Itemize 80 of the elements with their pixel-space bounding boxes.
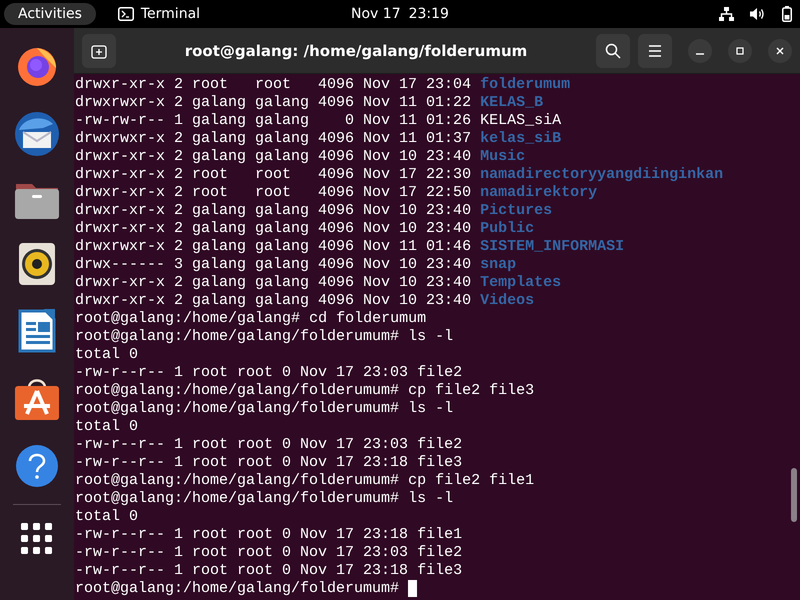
shell-prompt: root@galang:/home/galang/folderumum# [75,382,400,400]
file-name: file2 [417,544,462,562]
file-info: -rw-r--r-- 1 root root 0 Nov 17 23:03 [75,436,408,454]
new-tab-button[interactable] [82,34,116,68]
shell-prompt: root@galang:/home/galang/folderumum# [75,580,400,598]
shell-command: ls -l [408,328,454,346]
directory-name: Music [480,148,526,166]
shell-command: cd folderumum [309,310,426,328]
file-info: drwxr-xr-x 2 root root 4096 Nov 17 23:04 [75,76,472,94]
document-icon[interactable] [18,308,56,354]
file-name: file1 [417,526,462,544]
file-info: -rw-r--r-- 1 root root 0 Nov 17 23:03 [75,364,408,382]
shell-prompt: root@galang:/home/galang/folderumum# [75,328,400,346]
directory-name: Pictures [480,202,552,220]
app-grid-icon[interactable] [21,523,53,555]
shell-command: ls -l [408,400,454,418]
file-name: file2 [417,436,462,454]
command-output: total 0 [75,346,138,364]
directory-name: snap [480,256,516,274]
scrollbar-thumb[interactable] [791,468,797,522]
shell-prompt: root@galang:/home/galang# [75,310,300,328]
network-icon[interactable] [719,7,734,21]
mail-icon[interactable] [13,110,61,158]
help-icon[interactable] [15,444,59,488]
maximize-icon [735,46,745,56]
directory-name: namadirectoryyangdiinginkan [480,166,724,184]
directory-name: kelas_siB [480,130,562,148]
file-info: drwxr-xr-x 2 galang galang 4096 Nov 10 23:40 [75,274,472,292]
date-time[interactable]: Nov 17 23:19 [345,5,455,23]
command-output: total 0 [75,418,138,436]
file-info: drwxrwxr-x 2 galang galang 4096 Nov 11 01:46 [75,238,472,256]
shell-prompt: root@galang:/home/galang/folderumum# [75,490,400,508]
file-info: -rw-r--r-- 1 root root 0 Nov 17 23:18 [75,454,408,472]
directory-name: SISTEM_INFORMASI [480,238,624,256]
shell-command: cp file2 file3 [408,382,534,400]
window-title: root@galang: /home/galang/folderumum [184,42,528,60]
terminal-icon [118,7,134,21]
shell-prompt: root@galang:/home/galang/folderumum# [75,400,400,418]
file-info: -rw-r--r-- 1 root root 0 Nov 17 23:18 [75,562,408,580]
maximize-button[interactable] [728,38,752,62]
activities-button[interactable]: Activities [4,3,96,25]
file-info: drwxr-xr-x 2 root root 4096 Nov 17 22:30 [75,166,472,184]
minimize-icon [696,52,704,54]
file-info: drwxr-xr-x 2 root root 4096 Nov 17 22:50 [75,184,472,202]
volume-icon[interactable] [750,7,766,21]
file-info: drwxrwxr-x 2 galang galang 4096 Nov 11 01:22 [75,94,472,112]
close-icon [775,46,785,56]
file-info: drwxr-xr-x 2 galang galang 4096 Nov 10 23:40 [75,202,472,220]
file-info: -rw-r--r-- 1 root root 0 Nov 17 23:18 [75,526,408,544]
search-icon [605,42,621,58]
minimize-button[interactable] [688,38,712,62]
file-info: -rw-r--r-- 1 root root 0 Nov 17 23:03 [75,544,408,562]
directory-name: folderumum [480,76,570,94]
battery-icon[interactable] [782,6,792,22]
shell-prompt: root@galang:/home/galang/folderumum# [75,472,400,490]
file-name: KELAS_siA [480,112,562,130]
file-info: drwxr-xr-x 2 galang galang 4096 Nov 10 23:40 [75,220,472,238]
directory-name: KELAS_B [480,94,544,112]
search-button[interactable] [596,34,630,68]
file-info: drwx------ 3 galang galang 4096 Nov 10 23:40 [75,256,472,274]
menu-button[interactable] [638,34,672,68]
file-name: file3 [417,562,462,580]
directory-name: Public [480,220,534,238]
directory-name: namadirektory [480,184,598,202]
file-info: -rw-rw-r-- 1 galang galang 0 Nov 11 01:26 [75,112,472,130]
speaker-icon[interactable] [18,242,56,286]
file-info: drwxrwxr-x 2 galang galang 4096 Nov 11 01:37 [75,130,472,148]
file-info: drwxr-xr-x 2 galang galang 4096 Nov 10 23:40 [75,292,472,310]
close-button[interactable] [768,38,792,62]
file-name: file3 [417,454,462,472]
directory-name: Videos [480,292,534,310]
command-output: total 0 [75,508,138,526]
directory-name: Templates [480,274,562,292]
shell-command: ls -l [408,490,454,508]
menu-icon [648,44,662,56]
app-menu-label[interactable]: Terminal [140,6,200,22]
file-info: drwxr-xr-x 2 galang galang 4096 Nov 10 23:40 [75,148,472,166]
shell-command: cp file2 file1 [408,472,534,490]
new-tab-icon [91,42,107,58]
file-name: file2 [417,364,462,382]
